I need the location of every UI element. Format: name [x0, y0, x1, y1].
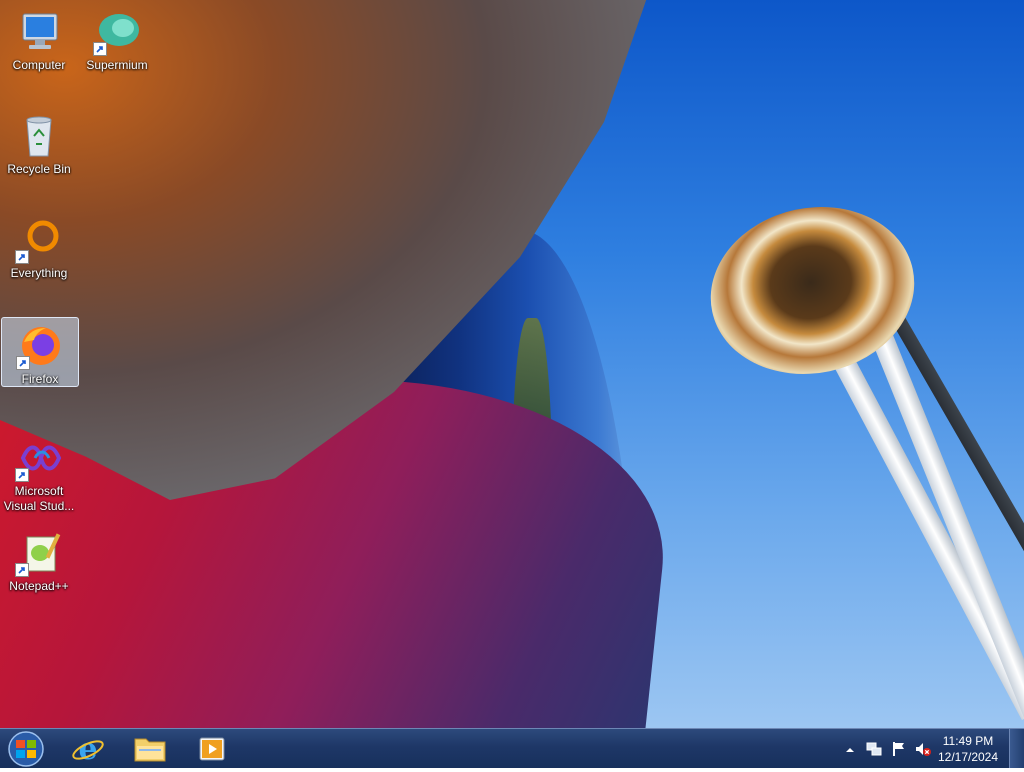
taskbar: e 11:49 PM 12/17/2024 — [0, 728, 1024, 768]
desktop-icon-label: Notepad++ — [9, 579, 69, 593]
desktop[interactable]: Computer Supermium Recycle Bin Everythin… — [0, 0, 1024, 728]
desktop-icon-computer[interactable]: Computer — [1, 4, 77, 73]
internet-explorer-icon: e — [72, 732, 104, 767]
clock-date[interactable]: 12/17/2024 — [933, 750, 1003, 764]
shortcut-arrow-icon — [16, 356, 30, 370]
shortcut-arrow-icon — [15, 563, 29, 577]
desktop-icon-recycle-bin[interactable]: Recycle Bin — [1, 108, 77, 177]
desktop-icon-everything[interactable]: Everything — [1, 212, 77, 281]
desktop-icon-visual-studio[interactable]: Microsoft Visual Stud... — [1, 430, 77, 514]
desktop-icon-label: Supermium — [86, 58, 148, 72]
media-player-icon — [199, 737, 225, 761]
everything-search-icon — [15, 216, 63, 264]
clock-time[interactable]: 11:49 PM — [933, 734, 1003, 748]
visual-studio-icon — [15, 434, 63, 482]
desktop-icon-label: Everything — [10, 266, 68, 280]
action-center-flag-icon[interactable] — [891, 741, 907, 757]
desktop-icon-label: Computer — [12, 58, 66, 72]
recycle-bin-icon — [15, 112, 63, 160]
show-hidden-icons-arrow[interactable] — [844, 743, 860, 759]
desktop-icon-firefox[interactable]: Firefox — [1, 317, 79, 387]
taskbar-media-player[interactable] — [186, 731, 238, 767]
supermium-icon — [93, 8, 141, 56]
computer-icon — [15, 8, 63, 56]
windows-orb-icon — [8, 731, 44, 767]
show-desktop-button[interactable] — [1009, 729, 1024, 768]
network-icon[interactable] — [866, 741, 882, 757]
desktop-icon-supermium[interactable]: Supermium — [79, 4, 155, 73]
taskbar-internet-explorer[interactable]: e — [62, 731, 114, 767]
desktop-icon-label: Recycle Bin — [7, 162, 71, 176]
folder-icon — [134, 738, 166, 762]
firefox-icon — [16, 322, 64, 370]
taskbar-windows-explorer[interactable] — [124, 731, 176, 767]
shortcut-arrow-icon — [93, 42, 107, 56]
desktop-icon-label: Firefox — [21, 372, 59, 386]
shortcut-arrow-icon — [15, 250, 29, 264]
svg-text:e: e — [78, 732, 97, 767]
notepad-plus-plus-icon — [15, 529, 63, 577]
desktop-icon-label: Microsoft Visual Stud... — [3, 484, 75, 513]
shortcut-arrow-icon — [15, 468, 29, 482]
desktop-icon-notepad-plus-plus[interactable]: Notepad++ — [1, 525, 77, 594]
volume-muted-icon[interactable] — [915, 741, 931, 757]
start-button[interactable] — [2, 731, 50, 767]
